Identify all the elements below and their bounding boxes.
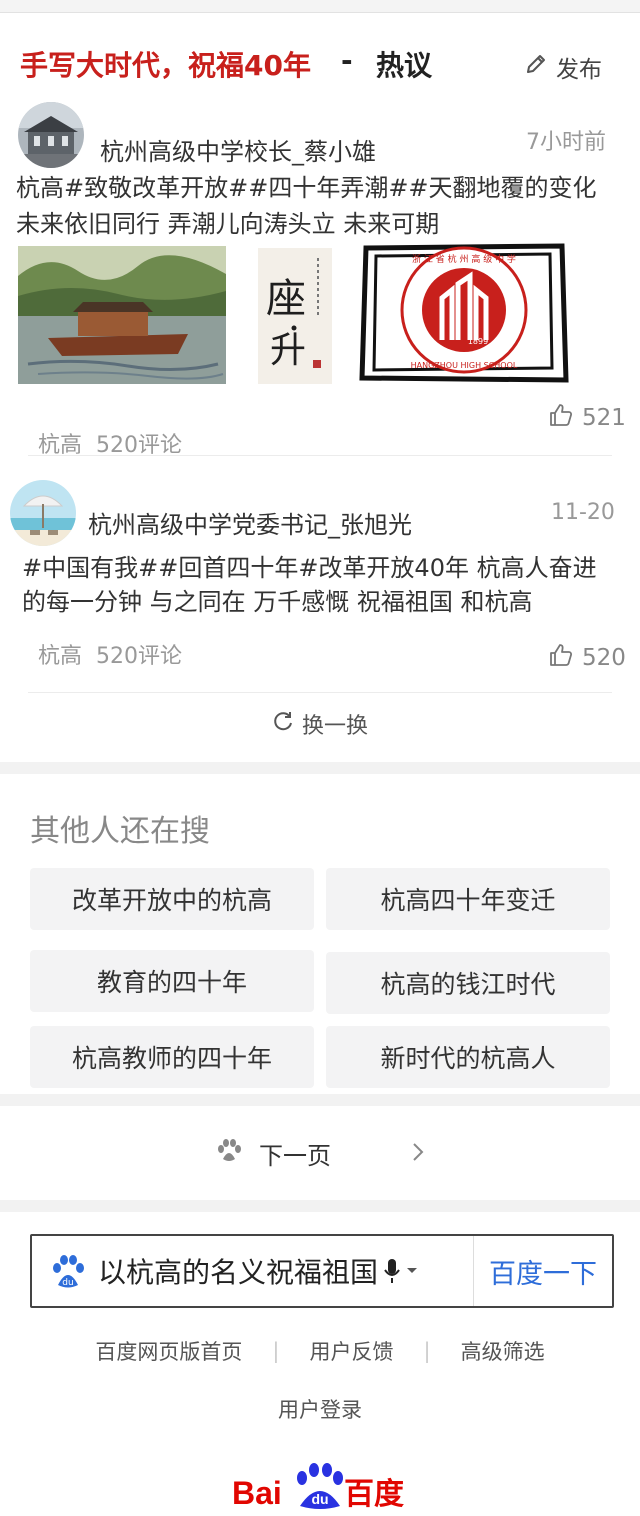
top-divider (0, 0, 640, 13)
post-content-line-1[interactable]: 杭高#致敬改革开放##四十年弄潮##天翻地覆的变化 (16, 170, 597, 206)
related-search-chip[interactable]: 改革开放中的杭高 (30, 868, 314, 930)
section-gap (0, 762, 640, 774)
publish-button[interactable]: 发布 (524, 50, 602, 84)
microphone-icon[interactable] (382, 1256, 402, 1286)
chevron-right-icon (411, 1140, 425, 1168)
post-time: 11-20 (551, 500, 615, 525)
search-button[interactable]: 百度一下 (473, 1236, 612, 1306)
avatar[interactable] (18, 102, 84, 168)
logo-baidu-cn: 百度 (344, 1477, 404, 1512)
like-button[interactable]: 521 (548, 402, 626, 434)
topic-hot-label: 热议 (376, 49, 433, 82)
svg-text:1899: 1899 (468, 337, 488, 346)
avatar[interactable] (10, 480, 76, 546)
related-search-chip[interactable]: 杭高的钱江时代 (326, 952, 610, 1014)
related-search-chip[interactable]: 杭高四十年变迁 (326, 868, 610, 930)
post-source[interactable]: 杭高 (38, 644, 82, 669)
topic-title[interactable]: 手写大时代，祝福40年 (20, 44, 311, 84)
post-divider (28, 692, 612, 693)
school-seal-image[interactable]: 浙 江 省 杭 州 高 级 中 学 HANGZHOU HIGH SCHOOL 1… (352, 240, 576, 384)
post-author[interactable]: 杭州高级中学党委书记_张旭光 (88, 505, 412, 540)
like-count: 521 (582, 405, 626, 431)
footer-link-login[interactable]: 用户登录 (0, 1394, 640, 1424)
post-content-line-2[interactable]: 未来依旧同行 弄潮儿向涛头立 未来可期 (16, 206, 439, 242)
calligraphy-image[interactable]: 座 升 (258, 248, 332, 384)
related-searches-title: 其他人还在搜 (30, 814, 210, 849)
footer-link-advanced[interactable]: 高级筛选 (461, 1336, 545, 1366)
logo-du: du (311, 1491, 328, 1507)
paw-icon (215, 1137, 243, 1171)
footer-separator: | (423, 1339, 431, 1363)
thumb-up-icon (548, 402, 574, 434)
svg-text:浙 江 省 杭 州 高 级 中 学: 浙 江 省 杭 州 高 级 中 学 (412, 253, 516, 265)
search-box: du 以杭高的名义祝福祖国 百度一下 (30, 1234, 614, 1308)
next-page-button[interactable]: 下一页 (0, 1136, 640, 1171)
search-input[interactable]: 以杭高的名义祝福祖国 (98, 1251, 378, 1291)
related-search-chip[interactable]: 杭高教师的四十年 (30, 1026, 314, 1088)
related-search-chip[interactable]: 教育的四十年 (30, 950, 314, 1012)
post-divider (28, 455, 612, 456)
post-content-line-1[interactable]: #中国有我##回首四十年#改革开放40年 杭高人奋进 (22, 550, 597, 586)
svg-text:HANGZHOU HIGH SCHOOL: HANGZHOU HIGH SCHOOL (411, 361, 518, 370)
logo-bai: Bai (232, 1475, 282, 1511)
post-content-line-2[interactable]: 的每一分钟 与之同在 万千感慨 祝福祖国 和杭高 (22, 584, 533, 620)
baidu-logo: Bai du 百度 (230, 1460, 410, 1512)
baidu-paw-icon: du (48, 1251, 88, 1291)
footer-link-feedback[interactable]: 用户反馈 (310, 1336, 394, 1366)
footer-links: 百度网页版首页 | 用户反馈 | 高级筛选 (0, 1336, 640, 1366)
next-page-label: 下一页 (259, 1142, 331, 1170)
dropdown-icon[interactable] (406, 1267, 418, 1275)
post-author[interactable]: 杭州高级中学校长_蔡小雄 (100, 132, 376, 167)
like-count: 520 (582, 645, 626, 671)
footer-link-home[interactable]: 百度网页版首页 (95, 1336, 242, 1366)
refresh-icon (272, 710, 294, 738)
painting-image[interactable] (18, 246, 226, 384)
pencil-icon (524, 52, 548, 82)
thumb-up-icon (548, 642, 574, 674)
related-search-chip[interactable]: 新时代的杭高人 (326, 1026, 610, 1088)
svg-text:座: 座 (266, 276, 306, 322)
like-button[interactable]: 520 (548, 642, 626, 674)
svg-text:升: 升 (270, 330, 306, 371)
footer-separator: | (272, 1339, 280, 1363)
refresh-label: 换一换 (301, 714, 368, 739)
post-comments[interactable]: 520评论 (96, 644, 182, 669)
section-gap (0, 1200, 640, 1212)
post-time: 7小时前 (526, 130, 606, 155)
section-gap (0, 1094, 640, 1106)
post-meta: 杭高 520评论 (38, 638, 182, 670)
svg-text:du: du (62, 1278, 73, 1288)
title-dash: - (341, 44, 353, 77)
refresh-button[interactable]: 换一换 (0, 708, 640, 740)
publish-label: 发布 (556, 57, 602, 83)
